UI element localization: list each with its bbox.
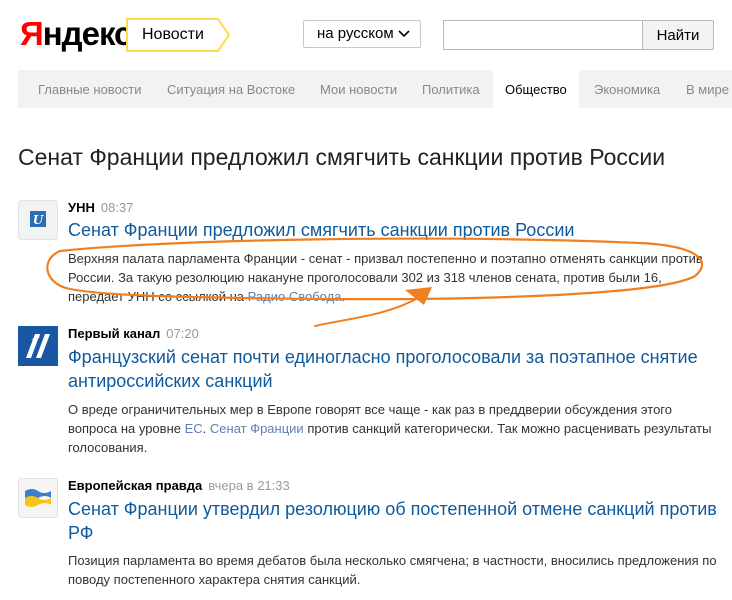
story-snippet: Позиция парламента во время дебатов была…	[68, 553, 717, 587]
service-tab-label: Новости	[142, 26, 204, 43]
story-source[interactable]: Европейская правда	[68, 478, 202, 493]
nav-item-main-news[interactable]: Главные новости	[38, 70, 142, 108]
unn-icon[interactable]: U	[18, 200, 58, 240]
chevron-down-icon	[398, 30, 410, 38]
story-source[interactable]: УНН	[68, 200, 95, 215]
nav-item-politics[interactable]: Политика	[422, 70, 480, 108]
nav-item-my-news[interactable]: Мои новости	[320, 70, 397, 108]
story-time: вчера в 21:33	[208, 478, 290, 493]
story-snippet: О вреде ограничительных мер в Европе гов…	[68, 402, 712, 455]
story-meta: УНН 08:37	[68, 200, 133, 215]
story-title-link[interactable]: Сенат Франции предложил смягчить санкции…	[68, 218, 718, 242]
story-time: 07:20	[166, 326, 199, 341]
nav-item-world[interactable]: В мире	[686, 70, 729, 108]
story-title-link[interactable]: Французский сенат почти единогласно прог…	[68, 345, 718, 393]
language-select[interactable]: на русском	[303, 20, 421, 48]
language-select-value: на русском	[317, 25, 394, 42]
nav-item-east-situation[interactable]: Ситуация на Востоке	[167, 70, 295, 108]
snippet-link-radio-svoboda[interactable]: Радио Свобода	[248, 289, 342, 304]
story-time: 08:37	[100, 200, 134, 215]
svg-text:U: U	[33, 213, 45, 227]
page-title: Сенат Франции предложил смягчить санкции…	[18, 144, 666, 170]
story-meta: Первый канал 07:20	[68, 326, 199, 341]
snippet-link-eu[interactable]: ЕС	[185, 421, 203, 436]
perviy-kanal-icon[interactable]	[18, 326, 58, 366]
snippet-link-french-senate[interactable]: Сенат Франции	[210, 421, 304, 436]
service-tab-news[interactable]: Новости	[126, 18, 230, 52]
yandex-logo[interactable]: Яндекс	[20, 14, 132, 54]
story-title-link[interactable]: Сенат Франции утвердил резолюцию об пост…	[68, 497, 718, 545]
category-nav: Главные новости Ситуация на Востоке Мои …	[18, 70, 732, 108]
nav-item-economy[interactable]: Экономика	[594, 70, 660, 108]
story-source[interactable]: Первый канал	[68, 326, 160, 341]
nav-item-society[interactable]: Общество	[493, 70, 579, 108]
search-input[interactable]	[443, 20, 643, 50]
search-button[interactable]: Найти	[642, 20, 714, 50]
story-meta: Европейская правда вчера в 21:33	[68, 478, 290, 493]
evropeiskaya-pravda-icon[interactable]	[18, 478, 58, 518]
story-snippet: Верхняя палата парламента Франции - сена…	[68, 251, 703, 304]
